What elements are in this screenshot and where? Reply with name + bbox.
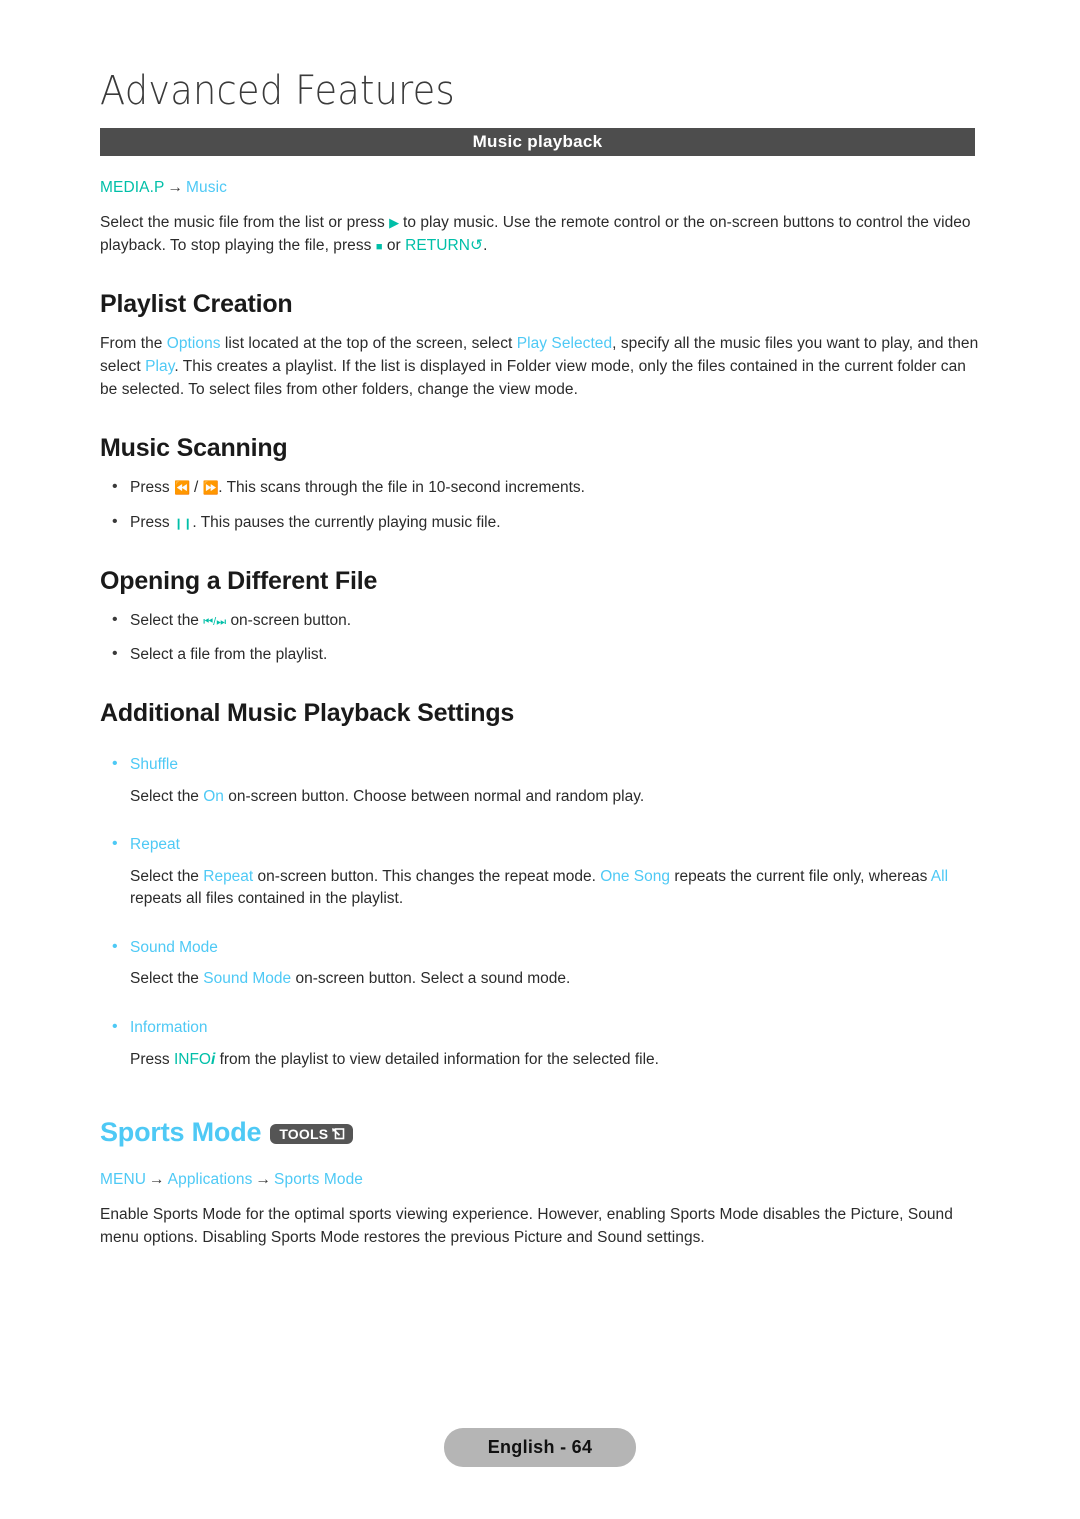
return-label: RETURN	[405, 236, 471, 254]
playlist-creation-paragraph: From the Options list located at the top…	[100, 333, 980, 401]
setting-label: Repeat	[130, 836, 180, 854]
intro-text-4: .	[483, 236, 488, 254]
od-item1-post: on-screen button.	[230, 611, 352, 629]
sm-text-2: on-screen button. Select a sound mode.	[291, 970, 571, 988]
pc-key-play-selected: Play Selected	[516, 335, 613, 353]
chapter-title: Advanced Features	[100, 68, 455, 114]
sports-mode-title: Sports Mode	[100, 1117, 262, 1148]
rewind-icon: ⏪	[173, 480, 190, 496]
intro-text-3: or	[386, 236, 401, 254]
setting-item-shuffle: Shuffle Select the On on-screen button. …	[100, 753, 980, 808]
setting-label: Information	[130, 1018, 208, 1036]
rp-key-repeat: Repeat	[203, 867, 254, 885]
breadcrumb-arrow-icon: →	[167, 179, 184, 196]
rp-text-2: on-screen button. This changes the repea…	[253, 867, 601, 885]
heading-sports-mode: Sports Mode TOOLS	[100, 1117, 980, 1148]
skip-previous-icon: ⏮	[203, 615, 214, 628]
opening-file-list: Select the ⏮/⏭ on-screen button. Select …	[100, 609, 980, 666]
tools-badge: TOOLS	[270, 1123, 354, 1144]
intro-text-1: Select the music file from the list or p…	[100, 214, 385, 232]
pc-text-2: list located at the top of the screen, s…	[220, 335, 517, 353]
breadcrumb-root: MEDIA.P	[100, 179, 165, 196]
sh-text-1: Select the	[130, 787, 204, 805]
stop-icon: ■	[375, 240, 383, 253]
ms-item2-post: . This pauses the currently playing musi…	[192, 513, 501, 531]
sm-key-sound-mode: Sound Mode	[203, 970, 292, 988]
in-text-2: from the playlist to view detailed infor…	[215, 1050, 659, 1068]
breadcrumb-arrow-icon: →	[255, 1171, 272, 1189]
menu-breadcrumb-1: MENU	[100, 1171, 147, 1189]
heading-opening-different-file: Opening a Different File	[100, 566, 378, 595]
list-item: Select a file from the playlist.	[100, 643, 980, 666]
ms-item1-pre: Press	[130, 479, 170, 497]
sm-text-1: Select the	[130, 970, 204, 988]
rp-text-3: repeats the current file only, whereas	[670, 867, 931, 885]
sh-key-on: On	[203, 787, 224, 805]
music-scanning-list: Press ⏪ / ⏩. This scans through the file…	[100, 476, 980, 534]
menu-breadcrumb-3: Sports Mode	[274, 1171, 364, 1189]
setting-item-sound-mode: Sound Mode Select the Sound Mode on-scre…	[100, 936, 980, 991]
heading-music-scanning: Music Scanning	[100, 434, 288, 463]
fast-forward-icon: ⏩	[202, 480, 219, 496]
ms-item2-pre: Press	[130, 513, 170, 531]
tools-enter-icon	[330, 1127, 345, 1141]
section-banner-label: Music playback	[472, 132, 603, 151]
play-icon: ▶	[389, 215, 399, 231]
sports-mode-breadcrumb: MENU → Applications → Sports Mode	[100, 1170, 980, 1190]
media-breadcrumb: MEDIA.P → Music	[100, 178, 980, 198]
rp-text-1: Select the	[130, 867, 204, 885]
in-text-1: Press	[130, 1050, 174, 1068]
tools-badge-label: TOOLS	[279, 1125, 329, 1142]
ms-item1-sep: /	[193, 479, 199, 497]
setting-label: Sound Mode	[130, 938, 218, 956]
heading-playlist-creation: Playlist Creation	[100, 290, 293, 319]
document-page: Advanced Features Music playback MEDIA.P…	[0, 0, 1080, 1519]
in-key-info: INFO	[173, 1050, 211, 1068]
pc-key-play: Play	[145, 358, 175, 376]
pc-text-4: . This creates a playlist. If the list i…	[100, 358, 966, 398]
rp-key-one-song: One Song	[600, 867, 671, 885]
setting-item-information: Information Press INFOi from the playlis…	[100, 1016, 980, 1071]
skip-next-icon: ⏭	[216, 615, 227, 628]
pc-key-options: Options	[166, 335, 221, 353]
page-footer: English - 64	[0, 1428, 1080, 1467]
breadcrumb-arrow-icon: →	[149, 1171, 165, 1189]
list-item: Select the ⏮/⏭ on-screen button.	[100, 609, 980, 632]
sports-mode-paragraph: Enable Sports Mode for the optimal sport…	[100, 1206, 953, 1246]
setting-description: Select the Sound Mode on-screen button. …	[130, 968, 980, 990]
setting-description: Select the Repeat on-screen button. This…	[130, 866, 980, 911]
menu-breadcrumb-2: Applications	[167, 1171, 253, 1189]
page-content: Advanced Features Music playback MEDIA.P…	[100, 0, 980, 1250]
ms-item1-post: . This scans through the file in 10-seco…	[218, 479, 585, 497]
od-item1-pre: Select the	[130, 611, 199, 629]
list-item: Press ❙❙. This pauses the currently play…	[100, 511, 980, 534]
sh-text-2: on-screen button. Choose between normal …	[223, 787, 645, 805]
heading-additional-settings: Additional Music Playback Settings	[100, 699, 515, 728]
rp-text-4: repeats all files contained in the playl…	[130, 890, 404, 908]
page-number-badge: English - 64	[443, 1428, 637, 1467]
breadcrumb-target: Music	[186, 179, 228, 196]
setting-description: Select the On on-screen button. Choose b…	[130, 786, 980, 808]
additional-settings-list: Shuffle Select the On on-screen button. …	[100, 753, 980, 1071]
intro-paragraph: Select the music file from the list or p…	[100, 212, 980, 257]
setting-label: Shuffle	[130, 756, 178, 774]
pause-icon: ❙❙	[173, 517, 193, 530]
setting-description: Press INFOi from the playlist to view de…	[130, 1049, 980, 1071]
rp-key-all: All	[930, 867, 949, 885]
list-item: Press ⏪ / ⏩. This scans through the file…	[100, 476, 980, 499]
section-banner: Music playback	[100, 128, 975, 156]
pc-text-1: From the	[100, 335, 167, 353]
return-icon: ↺	[470, 236, 484, 254]
setting-item-repeat: Repeat Select the Repeat on-screen butto…	[100, 833, 980, 911]
